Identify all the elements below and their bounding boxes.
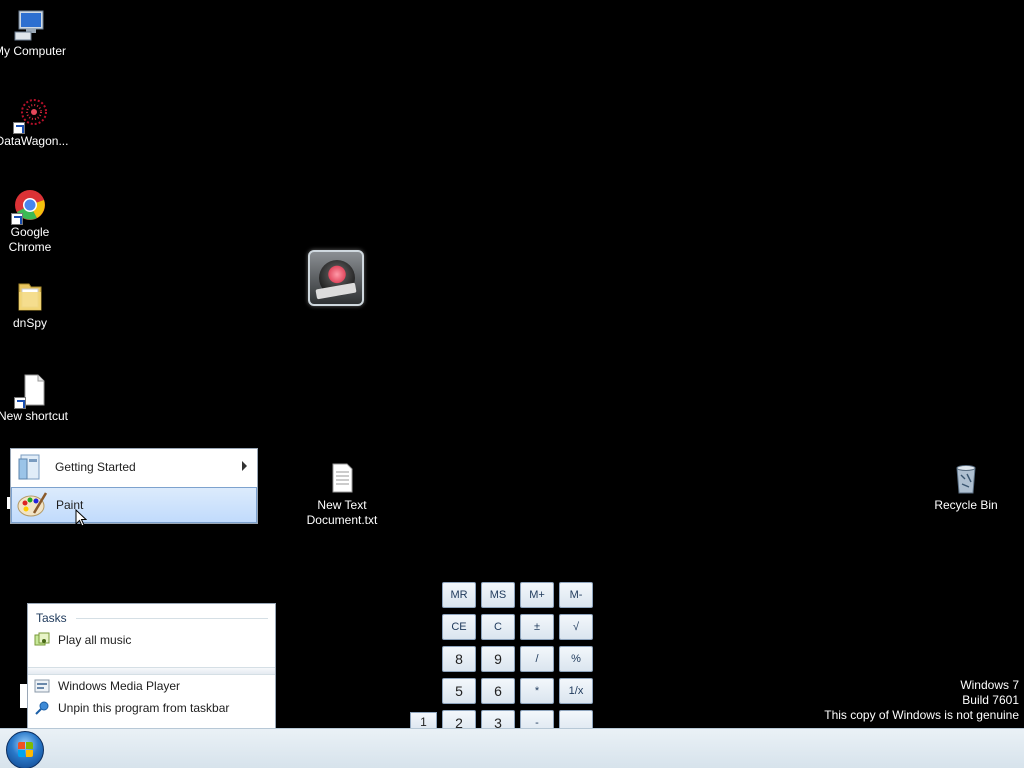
desktop-icon-my-computer[interactable]: My Computer [0, 8, 68, 59]
calc-button-ce[interactable]: CE [442, 614, 476, 640]
start-menu-programs: Getting Started Paint [10, 448, 258, 524]
desktop: My Computer DataWagon... Google Chrome d… [0, 0, 1024, 728]
calc-button-c[interactable]: C [481, 614, 515, 640]
recycle-bin-icon [949, 462, 983, 496]
taskbar [0, 728, 1024, 768]
taskbar-jump-list: Tasks Play all music Windows Media Playe… [27, 603, 276, 728]
calc-button-m-minus[interactable]: M- [559, 582, 593, 608]
calc-button-plus-minus[interactable]: ± [520, 614, 554, 640]
calculator-keypad: MR MS M+ M- CE C ± √ 8 9 / % 5 6 * 1/x 2… [440, 581, 596, 728]
start-button[interactable] [6, 731, 44, 768]
text-document-icon [325, 462, 359, 496]
datawagon-icon [13, 98, 49, 134]
calc-button-5[interactable]: 5 [442, 678, 476, 704]
desktop-icon-new-text-document[interactable]: New Text Document.txt [304, 462, 380, 528]
windows-logo-icon [18, 742, 34, 758]
calc-button-multiply[interactable]: * [520, 678, 554, 704]
jump-list-item-label: Windows Media Player [58, 679, 181, 693]
desktop-icon-datawagon[interactable]: DataWagon... [0, 98, 70, 149]
watermark-line: Build 7601 [962, 693, 1019, 707]
watermark-line: This copy of Windows is not genuine [824, 708, 1019, 722]
desktop-icon-recycle-bin[interactable]: Recycle Bin [928, 462, 1004, 513]
jump-list-item-label: Play all music [58, 633, 132, 647]
desktop-icon-label: DataWagon... [0, 134, 69, 148]
paint-icon [16, 489, 48, 521]
calc-button-m-plus[interactable]: M+ [520, 582, 554, 608]
shortcut-arrow-icon [13, 122, 25, 134]
calc-button-9[interactable]: 9 [481, 646, 515, 672]
folder-icon [13, 280, 47, 314]
calc-button-reciprocal[interactable]: 1/x [559, 678, 593, 704]
submenu-arrow-icon [242, 461, 247, 471]
calc-button-equals[interactable] [559, 710, 593, 728]
calc-button-6[interactable]: 6 [481, 678, 515, 704]
desktop-icon-new-shortcut[interactable]: New shortcut [0, 373, 71, 424]
jump-list-item-label: Unpin this program from taskbar [58, 701, 230, 715]
desktop-icon-label: New shortcut [0, 409, 69, 423]
windows-watermark: Windows 7 Build 7601 This copy of Window… [824, 678, 1019, 723]
calc-button-percent[interactable]: % [559, 646, 593, 672]
blank-document-icon [14, 373, 50, 409]
shortcut-arrow-icon [11, 213, 23, 225]
desktop-icon-dnspy[interactable]: dnSpy [0, 280, 68, 331]
menu-item-label: Getting Started [55, 460, 136, 474]
computer-icon [13, 8, 47, 42]
desktop-icon-label: dnSpy [12, 316, 48, 330]
desktop-icon-label: Recycle Bin [934, 498, 998, 512]
desktop-icon-label: My Computer [0, 44, 67, 58]
calc-button-subtract[interactable]: - [520, 710, 554, 728]
divider [76, 618, 268, 619]
music-icon [34, 632, 50, 648]
start-menu-item-getting-started[interactable]: Getting Started [11, 449, 257, 485]
calc-button-8[interactable]: 8 [442, 646, 476, 672]
watermark-line: Windows 7 [960, 678, 1019, 692]
mouse-cursor-icon [75, 509, 87, 527]
jump-list-section-title: Tasks [36, 611, 67, 625]
calc-button-mr[interactable]: MR [442, 582, 476, 608]
jump-list-item-unpin[interactable]: Unpin this program from taskbar [34, 698, 229, 718]
windows-media-player-icon [34, 678, 50, 694]
calc-button-2[interactable]: 2 [442, 710, 476, 728]
desktop-icon-google-chrome[interactable]: Google Chrome [0, 189, 68, 255]
jump-list-item-windows-media-player[interactable]: Windows Media Player [34, 676, 180, 696]
desktop-icon-label: New Text Document.txt [306, 498, 378, 527]
shortcut-arrow-icon [14, 397, 26, 409]
calc-button-3[interactable]: 3 [481, 710, 515, 728]
start-menu-item-paint[interactable]: Paint [11, 487, 257, 523]
getting-started-icon [15, 451, 47, 483]
jump-list-item-play-all-music[interactable]: Play all music [34, 630, 131, 650]
calc-button-1[interactable]: 1 [410, 712, 437, 728]
calc-button-divide[interactable]: / [520, 646, 554, 672]
chrome-icon [11, 189, 47, 225]
desktop-icon-label: Google Chrome [8, 225, 52, 254]
media-player-app-icon[interactable] [308, 250, 364, 306]
calc-button-ms[interactable]: MS [481, 582, 515, 608]
calc-button-sqrt[interactable]: √ [559, 614, 593, 640]
divider [28, 667, 275, 675]
unpin-icon [34, 700, 50, 716]
